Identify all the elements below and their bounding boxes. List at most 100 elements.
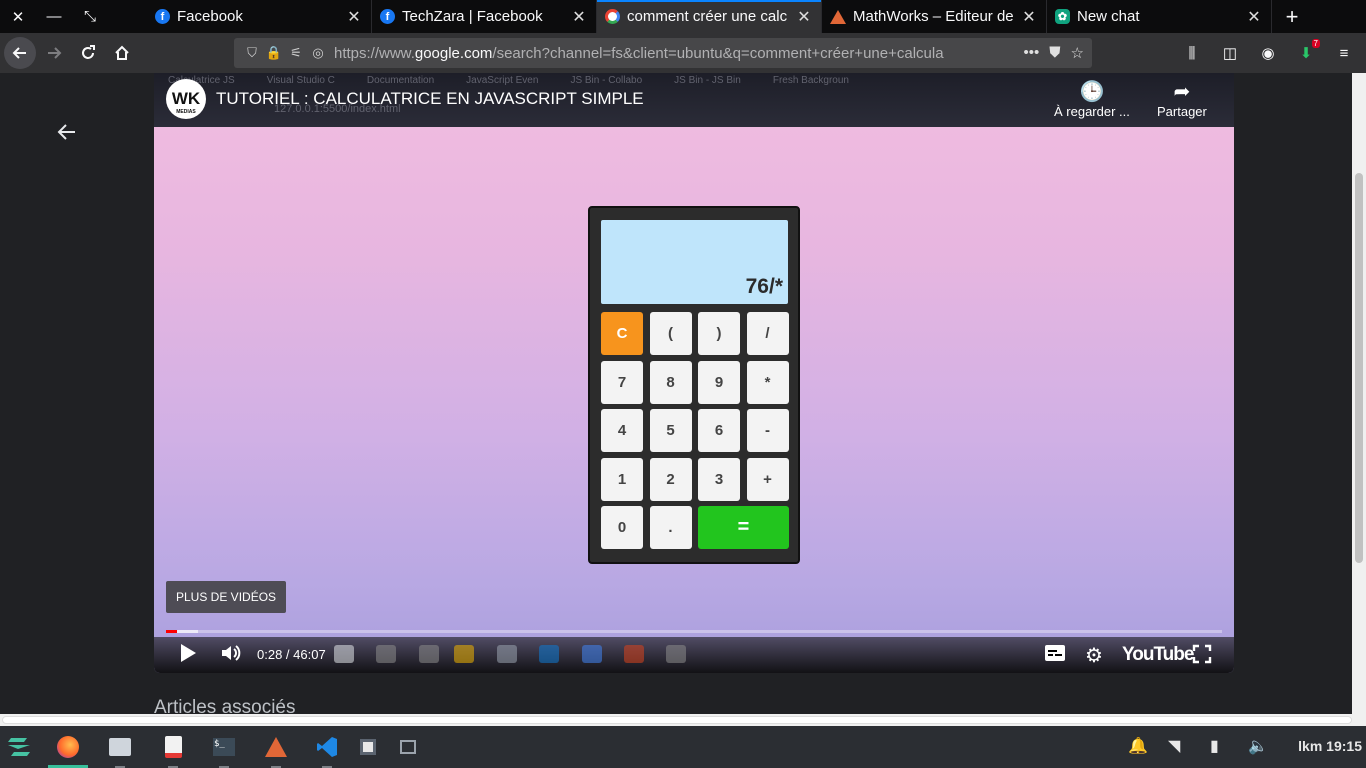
reload-icon (82, 45, 95, 59)
tab-close-icon[interactable]: ✕ (570, 7, 588, 27)
zorin-menu-button[interactable] (6, 734, 32, 760)
calc-key-open-paren: ( (649, 312, 692, 355)
vertical-scrollbar[interactable] (1352, 73, 1366, 715)
address-bar[interactable]: ⛉ 🔒 ⚟ ◎ https://www.google.com/search?ch… (234, 38, 1092, 68)
url-prefix: https://www. (334, 44, 415, 62)
taskbar-files[interactable] (107, 734, 133, 768)
tracking-icon[interactable]: ◎ (308, 45, 328, 61)
embedded-taskbar-icon (539, 645, 559, 663)
embedded-taskbar-icon (334, 645, 354, 663)
sidebar-button[interactable]: ◫ (1214, 37, 1246, 69)
horizontal-scrollbar[interactable] (0, 714, 1366, 726)
video-player[interactable]: Calculatrice JS Visual Studio C Document… (154, 73, 1234, 673)
calc-key-equals: = (698, 506, 789, 549)
subtitles-button[interactable] (1044, 644, 1066, 668)
permissions-icon[interactable]: ⚟ (286, 45, 306, 61)
url-path: /search?channel=fs&client=ubuntu&q=comme… (492, 44, 944, 62)
share-label: Partager (1157, 104, 1207, 119)
battery-icon[interactable]: ▮ (1210, 736, 1219, 756)
facebook-icon: f (380, 9, 395, 24)
tab-techzara[interactable]: f TechZara | Facebook ✕ (372, 0, 597, 33)
spreadsheet-icon (360, 739, 376, 755)
taskbar-firefox[interactable] (55, 734, 81, 760)
facebook-icon: f (155, 9, 170, 24)
home-icon (115, 45, 129, 60)
taskbar-terminal[interactable]: $_ (211, 734, 237, 768)
tab-facebook[interactable]: f Facebook ✕ (147, 0, 372, 33)
video-title[interactable]: TUTORIEL : CALCULATRICE EN JAVASCRIPT SI… (216, 89, 644, 109)
taskbar-matlab[interactable] (263, 734, 289, 768)
tab-close-icon[interactable]: ✕ (1020, 7, 1038, 27)
calc-key-3: 3 (698, 457, 740, 501)
tab-mathworks[interactable]: MathWorks – Editeur de ✕ (822, 0, 1047, 33)
os-taskbar: $_ 🔔 ◥ ▮ 🔈 lkm 19:15 (0, 726, 1366, 768)
forward-button[interactable] (38, 37, 70, 69)
youtube-logo[interactable]: YouTube (1122, 644, 1194, 666)
calc-key-plus: + (746, 457, 789, 501)
watch-later-button[interactable]: 🕒 À regarder ... (1054, 79, 1130, 119)
google-icon (605, 9, 620, 24)
taskbar-spreadsheet[interactable] (355, 734, 381, 760)
taskbar-document-viewer[interactable] (160, 734, 186, 768)
scrollbar-thumb[interactable] (1355, 173, 1363, 563)
tab-google-search[interactable]: comment créer une calc ✕ (597, 0, 822, 33)
folder-icon (109, 738, 131, 756)
url-domain: google.com (414, 44, 493, 62)
tab-new-chat[interactable]: ✿ New chat ✕ (1047, 0, 1272, 33)
lock-icon[interactable]: 🔒 (264, 45, 284, 61)
channel-logo-subtext: MEDIAS (176, 109, 196, 115)
url-text[interactable]: https://www.google.com/search?channel=fs… (334, 45, 1016, 62)
calculator-display: 76/* (601, 220, 788, 304)
settings-button[interactable]: ⚙ (1085, 643, 1103, 668)
notifications-bell-icon[interactable]: 🔔 (1128, 736, 1148, 756)
embedded-tab: Visual Studio C (266, 75, 335, 86)
page-actions-icon[interactable]: ••• (1024, 44, 1040, 62)
tab-close-icon[interactable]: ✕ (1245, 7, 1263, 27)
calculator: 76/* C()/ 7 8 9 * 4 5 6- 1 2 3 +0. = (588, 206, 800, 564)
embedded-tab: Fresh Backgroun (772, 75, 849, 86)
scrollbar-thumb[interactable] (2, 716, 1352, 724)
tab-close-icon[interactable]: ✕ (795, 7, 813, 27)
hamburger-menu-icon: ≡ (1339, 44, 1349, 62)
account-button[interactable]: ◉ (1252, 37, 1284, 69)
wifi-icon[interactable]: ◥ (1168, 736, 1180, 756)
calculator-display-value: 76/* (745, 275, 783, 298)
window-close-button[interactable]: ✕ (0, 0, 36, 33)
fullscreen-button[interactable] (1192, 644, 1212, 670)
bookmark-star-icon[interactable]: ☆ (1071, 44, 1084, 62)
vscode-icon (317, 737, 337, 757)
downloads-button[interactable]: ⬇ 7 (1290, 37, 1322, 69)
progress-bar[interactable] (166, 630, 1222, 633)
volume-button[interactable] (220, 643, 242, 669)
clock[interactable]: lkm 19:15 (1298, 738, 1362, 754)
close-video-back-button[interactable] (56, 121, 78, 149)
fullscreen-icon (1192, 644, 1212, 664)
tab-close-icon[interactable]: ✕ (345, 7, 363, 27)
taskbar-vscode[interactable] (314, 734, 340, 768)
window-restore-button[interactable]: ⤡ (72, 0, 108, 33)
progress-played (166, 630, 177, 633)
firefox-icon (57, 736, 79, 758)
play-button[interactable] (179, 643, 197, 669)
tab-title: TechZara | Facebook (402, 8, 543, 25)
matlab-icon (265, 737, 287, 757)
share-icon: ➦ (1173, 81, 1191, 103)
menu-button[interactable]: ≡ (1328, 37, 1360, 69)
back-button[interactable] (4, 37, 36, 69)
library-button[interactable]: ⫼ (1176, 37, 1208, 69)
window-minimize-button[interactable]: — (36, 0, 72, 33)
page-content: Calculatrice JS Visual Studio C Document… (0, 73, 1352, 715)
reload-button[interactable] (72, 37, 104, 69)
more-videos-button[interactable]: PLUS DE VIDÉOS (166, 581, 287, 613)
volume-icon[interactable]: 🔈 (1248, 736, 1268, 756)
share-button[interactable]: ➦ Partager (1157, 79, 1207, 119)
pocket-icon[interactable]: ⛊ (1049, 44, 1060, 62)
taskbar-screenshot[interactable] (395, 734, 421, 760)
channel-avatar[interactable]: WK MEDIAS (166, 79, 206, 119)
watch-later-label: À regarder ... (1054, 104, 1130, 119)
matlab-icon (830, 9, 846, 24)
new-tab-button[interactable]: + (1272, 0, 1312, 33)
shield-icon[interactable]: ⛉ (242, 45, 262, 61)
home-button[interactable] (106, 37, 138, 69)
calc-key-6: 6 (698, 409, 740, 452)
